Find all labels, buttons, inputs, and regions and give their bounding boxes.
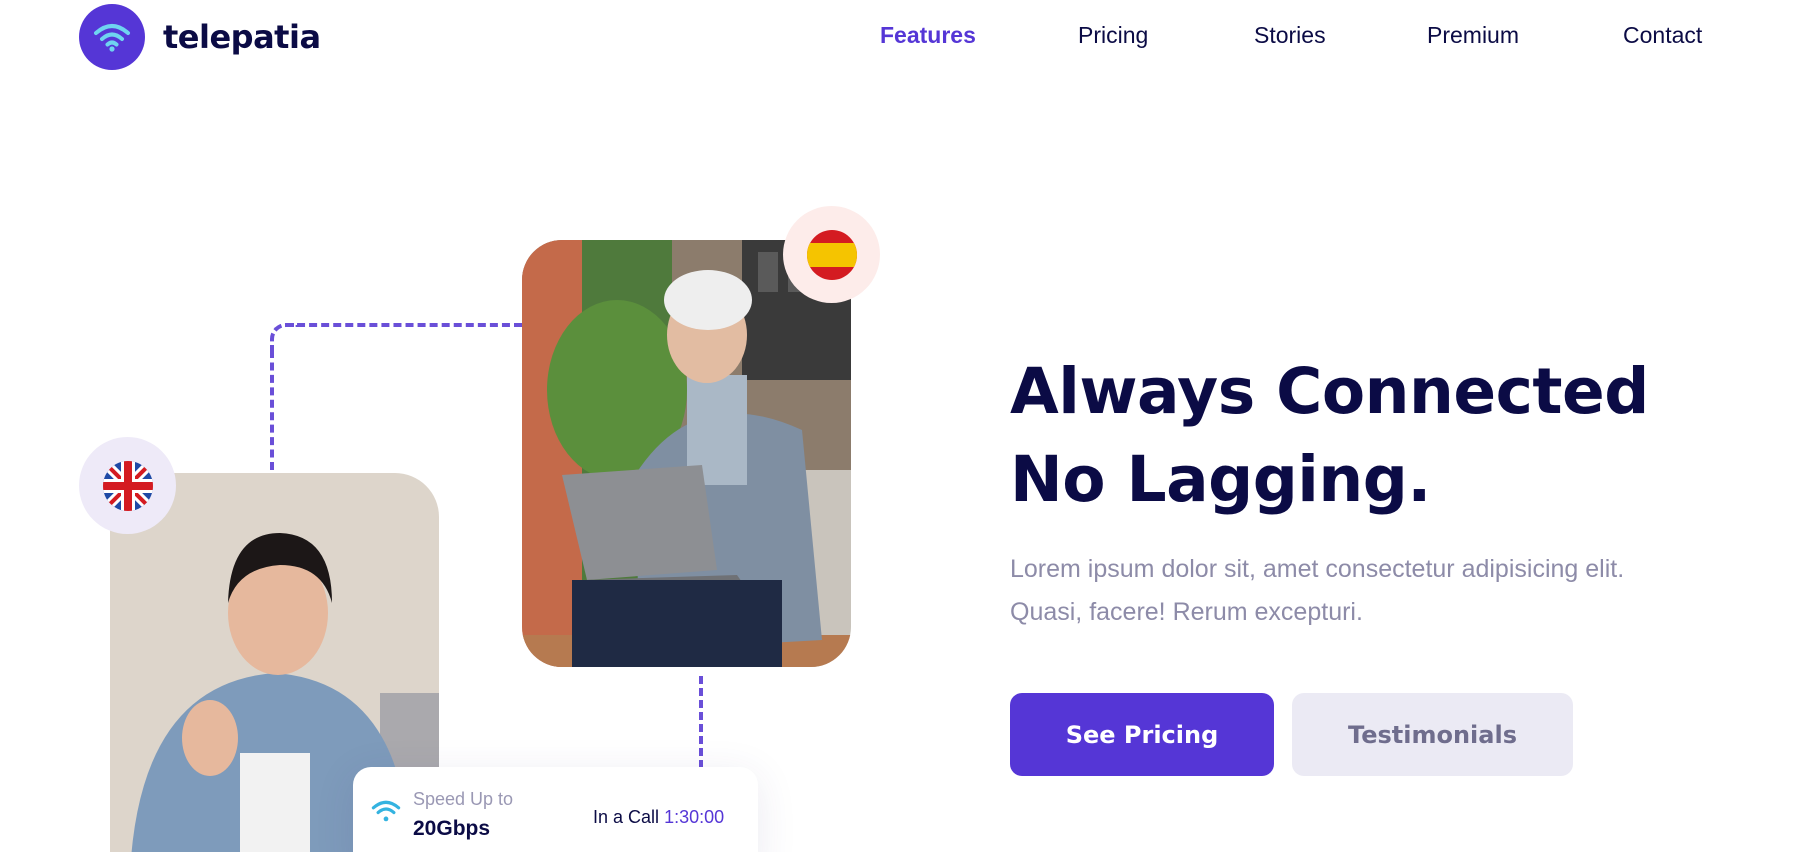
- see-pricing-button[interactable]: See Pricing: [1010, 693, 1274, 776]
- speed-value: 20Gbps: [413, 817, 491, 840]
- nav-item-stories[interactable]: Stories: [1254, 22, 1326, 49]
- connector-line-horizontal: [285, 323, 522, 327]
- speed-label: Speed Up to: [413, 789, 514, 809]
- testimonials-button[interactable]: Testimonials: [1292, 693, 1573, 776]
- nav-item-contact[interactable]: Contact: [1623, 22, 1702, 49]
- call-status: In a Call 1:30:00: [593, 807, 724, 828]
- speed-stat-card: Speed Up to 20Gbps In a Call 1:30:00: [353, 767, 758, 852]
- headline-line-1: Always Connected: [1010, 355, 1649, 428]
- hero-headline: Always Connected No Lagging.: [1010, 348, 1649, 524]
- hero-description: Lorem ipsum dolor sit, amet consectetur …: [1010, 555, 1625, 626]
- connector-line-left: [270, 350, 274, 470]
- call-label: In a Call: [593, 807, 660, 827]
- uk-flag-icon: [79, 437, 176, 534]
- nav-item-premium[interactable]: Premium: [1427, 22, 1519, 49]
- nav-item-features[interactable]: Features: [880, 22, 976, 49]
- connector-corner: [270, 323, 300, 353]
- wifi-icon: [371, 799, 401, 827]
- nav-item-pricing[interactable]: Pricing: [1078, 22, 1148, 49]
- spain-flag-icon: [783, 206, 880, 303]
- connector-line-bottom: [699, 676, 703, 768]
- photo-man-with-laptop: [522, 240, 851, 667]
- headline-line-2: No Lagging.: [1010, 443, 1431, 516]
- call-time: 1:30:00: [664, 807, 725, 827]
- main-nav: Features Pricing Stories Premium Contact: [0, 22, 1804, 54]
